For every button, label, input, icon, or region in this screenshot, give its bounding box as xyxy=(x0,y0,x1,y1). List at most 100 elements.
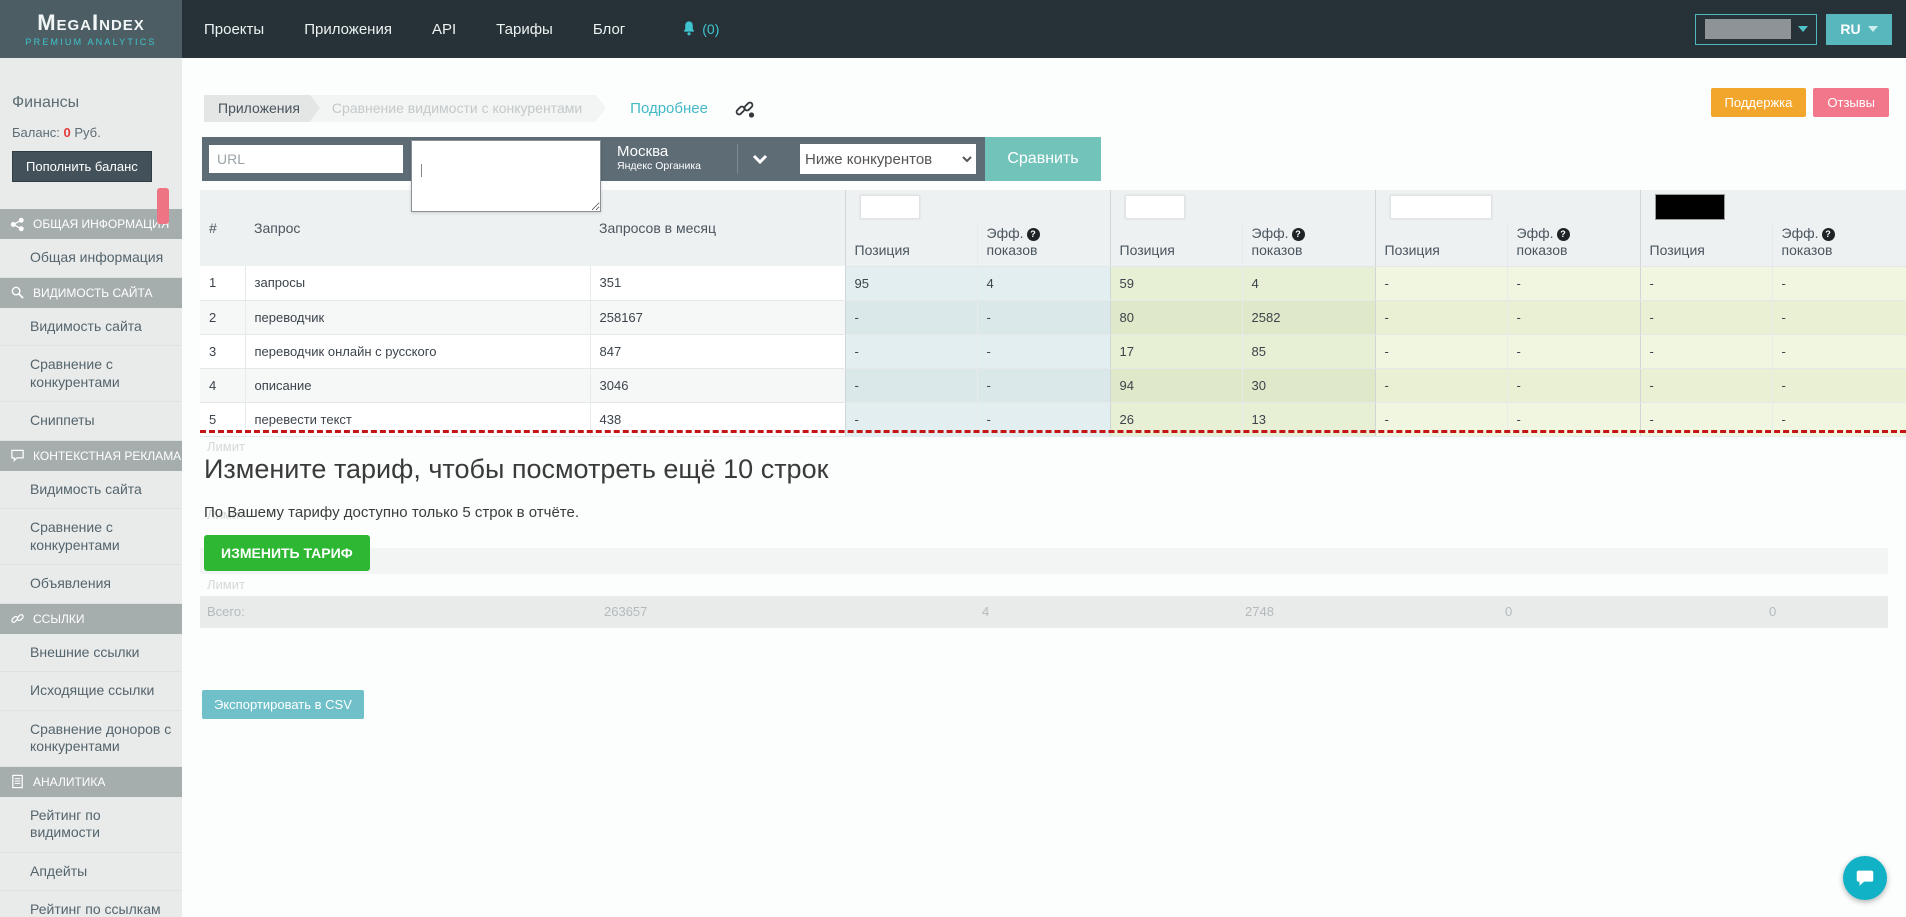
subheader-eff: Эфф.? показов xyxy=(1242,224,1375,266)
sidebar-item-updates[interactable]: Апдейты xyxy=(0,853,182,892)
section-title: ССЫЛКИ xyxy=(33,612,84,626)
cell-query: переводчик онлайн с русского xyxy=(245,334,590,368)
subheader-eff: Эфф.? показов xyxy=(1507,224,1640,266)
sidebar-item-outgoing-links[interactable]: Исходящие ссылки xyxy=(0,672,182,711)
nav-api[interactable]: API xyxy=(432,21,456,38)
sidebar-item-external-links[interactable]: Внешние ссылки xyxy=(0,634,182,673)
sidebar-item-ads-visibility[interactable]: Видимость сайта xyxy=(0,471,182,510)
totals-eff-1: 4 xyxy=(982,596,989,628)
page-layout: Финансы Баланс: 0 Руб. Пополнить баланс xyxy=(0,58,1906,917)
limit-label: Лимит xyxy=(207,439,245,454)
megaindex-logo[interactable]: MegaIndex PREMIUM ANALYTICS xyxy=(0,0,182,58)
help-icon[interactable]: ? xyxy=(1292,228,1305,241)
nav-blog[interactable]: Блог xyxy=(593,21,625,38)
sidebar-item-links-rating[interactable]: Рейтинг по ссылкам xyxy=(0,891,182,917)
sidebar-item-visibility-rating[interactable]: Рейтинг по видимости xyxy=(0,797,182,853)
competitor-site-input-3[interactable] xyxy=(1390,195,1492,219)
search-icon xyxy=(10,285,25,300)
main-content: Приложения Сравнение видимости с конкуре… xyxy=(182,58,1906,917)
sidebar-item-general-info[interactable]: Общая информация xyxy=(0,239,182,278)
cell-volume: 258167 xyxy=(590,300,845,334)
chat-widget-button[interactable] xyxy=(1843,856,1887,900)
help-icon[interactable]: ? xyxy=(1027,228,1040,241)
competitor-group-4 xyxy=(1640,190,1906,224)
account-selector[interactable] xyxy=(1695,14,1817,45)
breadcrumb-apps[interactable]: Приложения xyxy=(204,95,310,122)
upsell-title: Измените тариф, чтобы посмотреть ещё 10 … xyxy=(204,454,828,485)
cell-query: переводчик xyxy=(245,300,590,334)
sidebar-item-ads[interactable]: Объявления xyxy=(0,565,182,604)
subheader-position: Позиция xyxy=(845,224,977,266)
filter-select[interactable]: Ниже конкурентов xyxy=(800,144,976,174)
feedback-side-tab[interactable] xyxy=(157,188,169,224)
col-header-num: # xyxy=(200,190,245,266)
search-engine: Яндекс Органика xyxy=(617,160,727,174)
sidebar-item-snippets[interactable]: Сниппеты xyxy=(0,402,182,441)
breadcrumb-current[interactable]: Сравнение видимости с конкурентами xyxy=(310,95,596,122)
chat-bubble-icon xyxy=(10,448,25,463)
nav-tariffs[interactable]: Тарифы xyxy=(496,21,553,38)
chain-link-icon[interactable] xyxy=(734,98,756,120)
section-contextual-ads[interactable]: КОНТЕКСТНАЯ РЕКЛАМА xyxy=(0,441,182,471)
sidebar-item-site-visibility[interactable]: Видимость сайта xyxy=(0,308,182,347)
reviews-button[interactable]: Отзывы xyxy=(1813,88,1889,117)
cell-volume: 3046 xyxy=(590,368,845,402)
balance-row: Баланс: 0 Руб. xyxy=(12,125,170,140)
chevron-down-icon xyxy=(751,151,769,167)
query-bar: Москва Яндекс Органика Ниже конкурентов … xyxy=(202,137,1101,181)
header-buttons: Поддержка Отзывы xyxy=(1711,88,1889,117)
chat-bubble-icon xyxy=(1854,867,1876,889)
section-general-info[interactable]: ОБЩАЯ ИНФОРМАЦИЯ xyxy=(0,209,182,239)
region-dropdown-toggle[interactable] xyxy=(738,151,782,167)
totals-eff-4: 0 xyxy=(1769,596,1776,628)
sidebar-item-competitor-comparison[interactable]: Сравнение с конкурентами xyxy=(0,346,182,402)
section-site-visibility[interactable]: ВИДИМОСТЬ САЙТА xyxy=(0,278,182,308)
support-button[interactable]: Поддержка xyxy=(1711,88,1807,117)
export-csv-button[interactable]: Экспортировать в CSV xyxy=(202,690,364,719)
limit-label: Лимит xyxy=(207,577,245,592)
language-button[interactable]: RU xyxy=(1826,14,1892,45)
cell-volume: 351 xyxy=(590,266,845,300)
sidebar-item-donor-comparison[interactable]: Сравнение доноров с конкурентами xyxy=(0,711,182,767)
cell-query: запросы xyxy=(245,266,590,300)
section-links[interactable]: ССЫЛКИ xyxy=(0,604,182,634)
sidebar: Финансы Баланс: 0 Руб. Пополнить баланс xyxy=(0,58,182,917)
bell-icon xyxy=(681,20,697,38)
notifications-count: (0) xyxy=(702,21,719,37)
competitor-site-input-1[interactable] xyxy=(860,195,920,219)
subheader-position: Позиция xyxy=(1110,224,1242,266)
document-icon xyxy=(10,774,25,789)
chevron-down-icon xyxy=(1868,26,1878,32)
cell-query: описание xyxy=(245,368,590,402)
topup-balance-button[interactable]: Пополнить баланс xyxy=(12,151,152,182)
competitor-site-redacted-4[interactable] xyxy=(1655,194,1725,220)
details-link[interactable]: Подробнее xyxy=(630,95,708,122)
totals-eff-2: 2748 xyxy=(1245,596,1274,628)
sidebar-item-ads-competitor-comparison[interactable]: Сравнение с конкурентами xyxy=(0,509,182,565)
region-selector[interactable]: Москва Яндекс Органика xyxy=(617,144,727,174)
notifications-button[interactable]: (0) xyxy=(681,20,719,38)
balance-value: 0 xyxy=(64,125,71,140)
compare-button[interactable]: Сравнить xyxy=(985,137,1101,181)
sidebar-sections: ОБЩАЯ ИНФОРМАЦИЯ Общая информация ВИДИМО… xyxy=(0,209,182,917)
change-tariff-button[interactable]: ИЗМЕНИТЬ ТАРИФ xyxy=(204,535,370,571)
keywords-textarea[interactable] xyxy=(411,140,601,212)
help-icon[interactable]: ? xyxy=(1557,228,1570,241)
chevron-down-icon xyxy=(1798,26,1808,32)
text-caret xyxy=(421,164,422,177)
nav-apps[interactable]: Приложения xyxy=(304,21,392,38)
account-name-redacted xyxy=(1705,19,1791,39)
totals-volume: 263657 xyxy=(604,596,647,628)
competitor-site-input-2[interactable] xyxy=(1125,195,1185,219)
balance-label: Баланс: xyxy=(12,125,60,140)
totals-eff-3: 0 xyxy=(1505,596,1512,628)
totals-row: Всего: 263657 4 2748 0 0 xyxy=(200,596,1888,628)
nav-projects[interactable]: Проекты xyxy=(204,21,264,38)
subheader-eff: Эфф.? показов xyxy=(977,224,1110,266)
help-icon[interactable]: ? xyxy=(1822,228,1835,241)
subheader-position: Позиция xyxy=(1640,224,1772,266)
balance-currency: Руб. xyxy=(74,125,100,140)
url-input[interactable] xyxy=(209,145,403,173)
breadcrumb: Приложения Сравнение видимости с конкуре… xyxy=(204,95,756,122)
section-analytics[interactable]: АНАЛИТИКА xyxy=(0,767,182,797)
